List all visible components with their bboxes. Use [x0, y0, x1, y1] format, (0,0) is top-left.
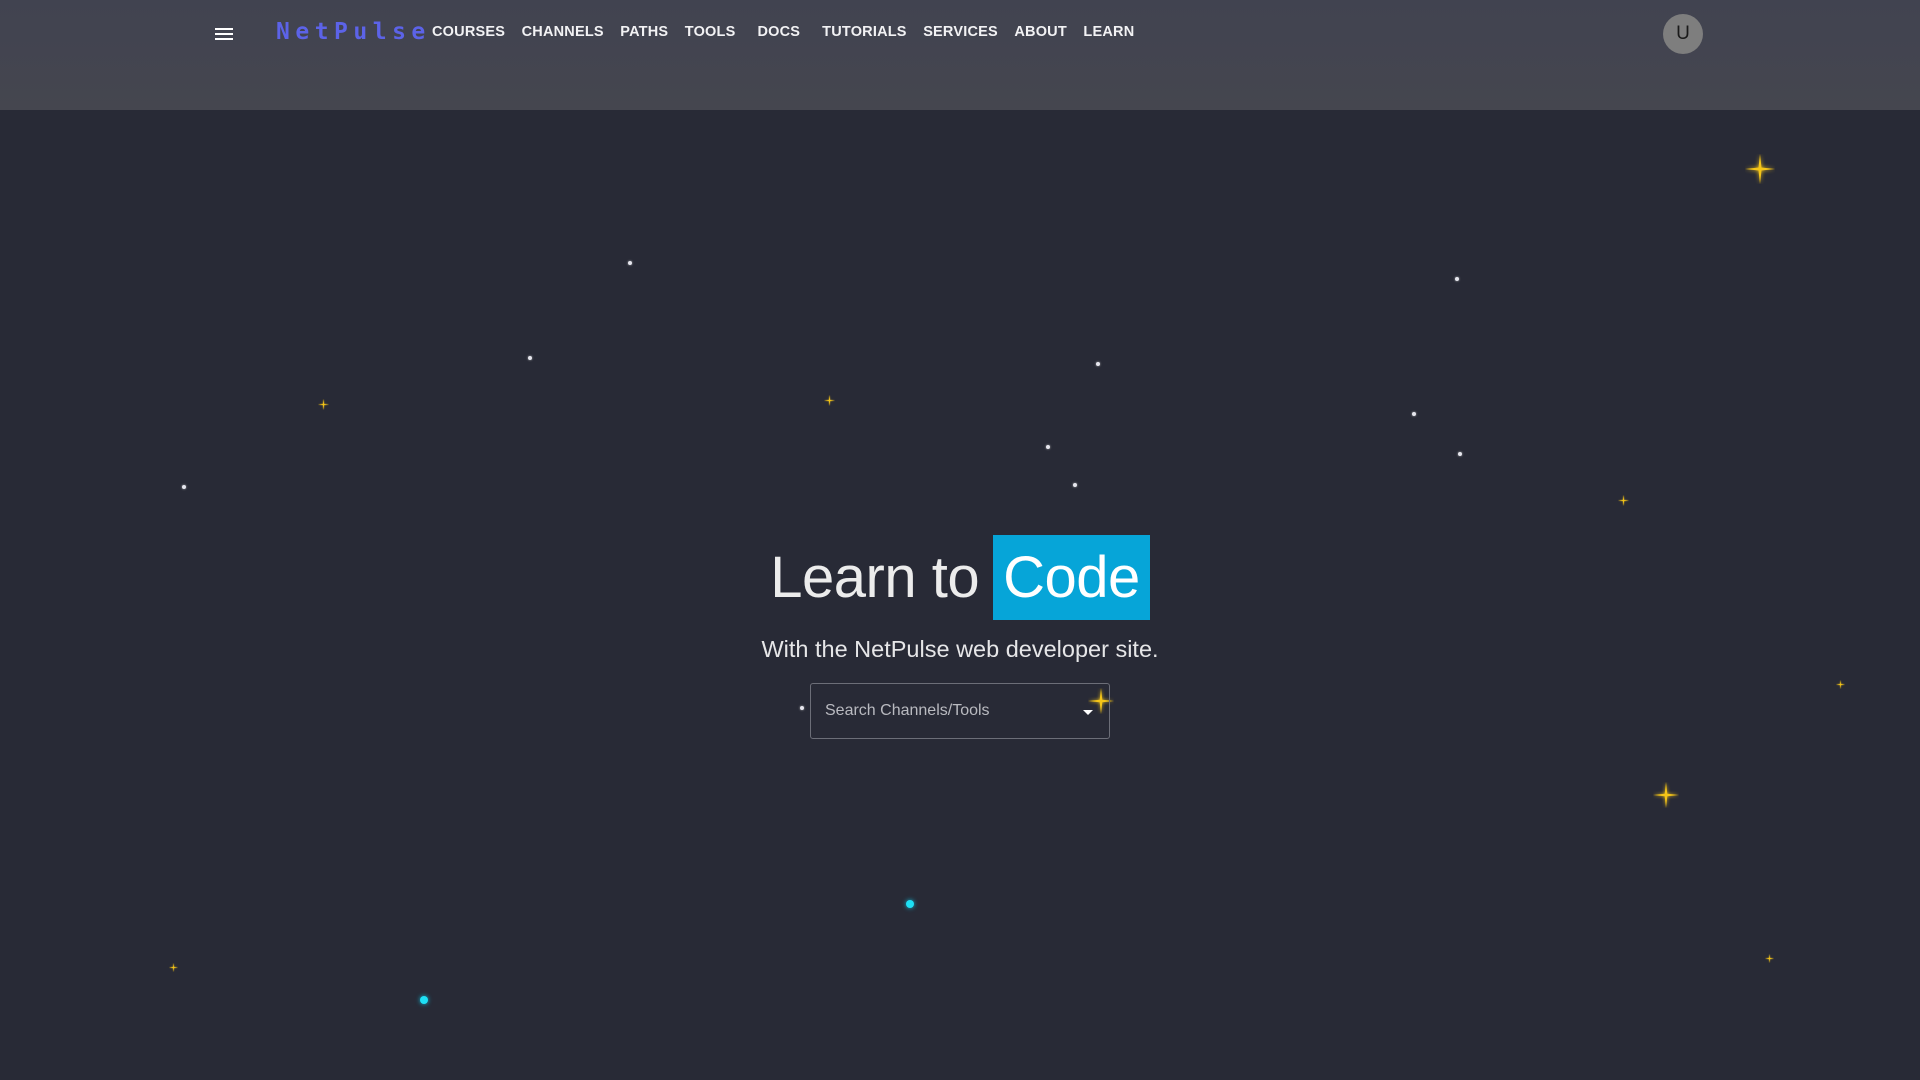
- hero-title-text: Learn to: [770, 544, 980, 610]
- search-select[interactable]: [810, 683, 1110, 739]
- star-dot: [528, 356, 532, 360]
- sparkle-star-icon: [1653, 782, 1679, 808]
- sparkle-star-icon: [1745, 154, 1775, 184]
- nav-learn[interactable]: LEARN: [1083, 24, 1134, 40]
- nav-paths[interactable]: PATHS: [620, 24, 668, 40]
- cyan-star-dot: [906, 900, 914, 908]
- star-dot: [628, 261, 632, 265]
- hero-subtitle: With the NetPulse web developer site.: [761, 636, 1159, 662]
- top-app-bar: NetPulse COURSES CHANNELS PATHS TOOLS DO…: [0, 0, 1920, 110]
- nav-tutorials[interactable]: TUTORIALS: [822, 24, 907, 40]
- search-input[interactable]: [825, 702, 1065, 720]
- site-logo[interactable]: NetPulse: [276, 19, 431, 45]
- hero-title-highlight: Code: [993, 534, 1150, 620]
- user-avatar[interactable]: U: [1663, 14, 1703, 54]
- nav-about[interactable]: ABOUT: [1014, 24, 1067, 40]
- sparkle-star-icon: [823, 394, 835, 406]
- hamburger-menu-icon[interactable]: [212, 22, 236, 46]
- hero-title: Learn to Code: [0, 534, 1920, 620]
- star-dot: [1458, 452, 1462, 456]
- nav-channels[interactable]: CHANNELS: [522, 24, 604, 40]
- sparkle-star-icon: [1835, 679, 1845, 689]
- caret-down-icon[interactable]: [1083, 710, 1093, 715]
- star-dot: [1073, 483, 1077, 487]
- cyan-star-dot: [420, 996, 428, 1004]
- sparkle-star-icon: [168, 962, 178, 972]
- nav-docs[interactable]: DOCS: [757, 24, 800, 40]
- star-dot: [1046, 445, 1050, 449]
- sparkle-star-icon: [1617, 494, 1629, 506]
- main-nav: COURSES CHANNELS PATHS TOOLS DOCS TUTORI…: [432, 24, 1151, 40]
- nav-tools[interactable]: TOOLS: [685, 24, 736, 40]
- star-dot: [1096, 362, 1100, 366]
- nav-services[interactable]: SERVICES: [923, 24, 998, 40]
- star-dot: [800, 706, 804, 710]
- star-dot: [1412, 412, 1416, 416]
- sparkle-star-icon: [1764, 953, 1774, 963]
- sparkle-star-icon: [317, 398, 329, 410]
- star-dot: [182, 485, 186, 489]
- star-dot: [1455, 277, 1459, 281]
- nav-courses[interactable]: COURSES: [432, 24, 505, 40]
